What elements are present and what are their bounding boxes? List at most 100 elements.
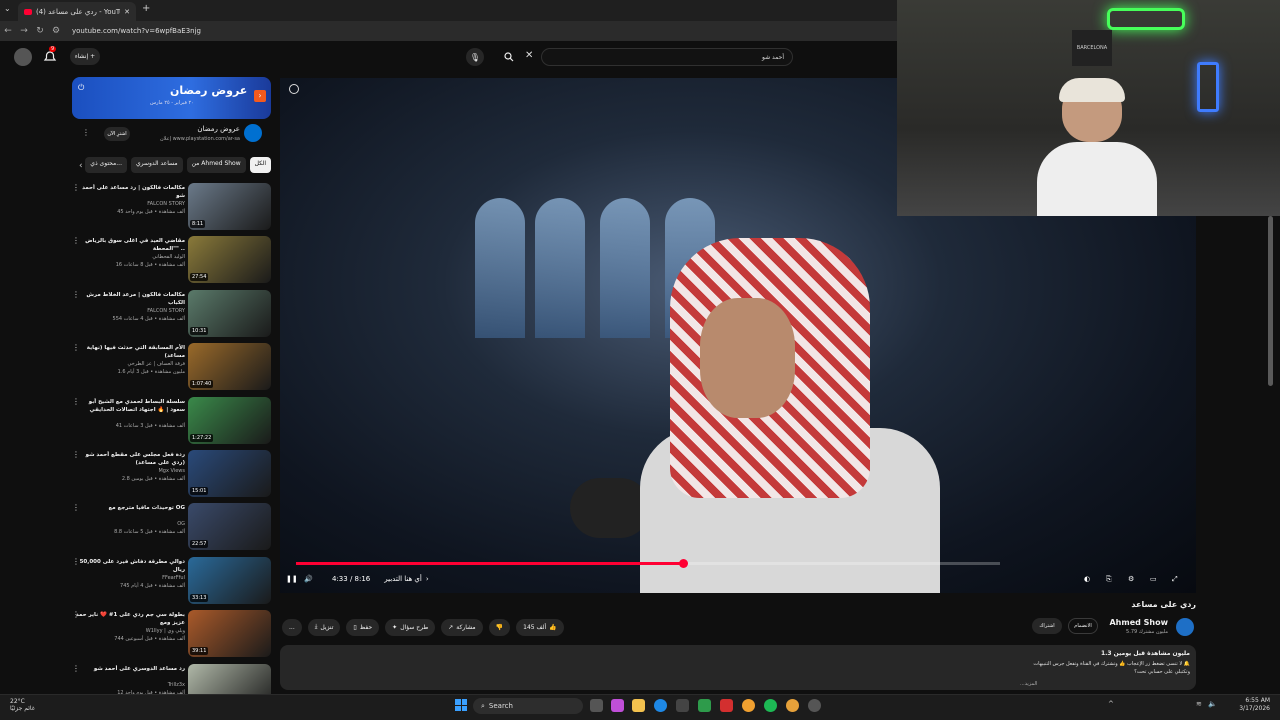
list-item[interactable]: 10:31 مكالمات فالكون | مرعد الخلاط مرش ال… [68, 289, 273, 342]
task-view-icon[interactable] [590, 699, 603, 712]
volume-icon[interactable]: 🔊 [304, 575, 326, 583]
ad-menu-icon[interactable]: ⋮ [82, 128, 90, 137]
channel-name[interactable]: W1llyy | ويلي وي [73, 628, 185, 634]
page-scrollbar[interactable] [1268, 216, 1273, 386]
spotify-icon[interactable] [764, 699, 777, 712]
channel-name[interactable]: FALCON STORY [73, 201, 185, 207]
wifi-icon[interactable]: ≋ [1196, 700, 1202, 708]
channel-name[interactable]: Trillz3x [73, 682, 185, 688]
more-menu-icon[interactable]: ⋮ [72, 557, 80, 566]
site-info-icon[interactable]: ⚙ [48, 26, 64, 36]
settings-gear-icon[interactable]: ⚙ [1128, 575, 1150, 583]
channel-name[interactable]: FALCON STORY [73, 308, 185, 314]
more-actions-button[interactable]: ... [282, 618, 302, 636]
video-title-link[interactable]: مكالمات فالكون | مرعد الخلاط مرش الكباب [73, 291, 185, 307]
ask-button[interactable]: ✦ طرح سؤال [385, 618, 436, 636]
voice-search-icon[interactable]: 🎙 [466, 48, 484, 66]
show-more-link[interactable]: ...المزيد [1020, 681, 1037, 687]
list-item[interactable]: 1:07:40 الأم المسابقة التي حدثت فيها (نها… [68, 343, 273, 395]
ad-title[interactable]: عروض رمضان [140, 125, 240, 133]
subscribe-button[interactable]: اشتراك [1032, 618, 1062, 634]
subtitles-icon[interactable]: ⎘ [1106, 575, 1128, 584]
forward-icon[interactable]: → [16, 26, 32, 36]
video-title-link[interactable]: مقاضي العيد في اغلى سوق بالرياض "المحطة"… [73, 237, 185, 253]
video-thumbnail[interactable]: 15:01 [188, 450, 271, 497]
pause-icon[interactable]: ❚❚ [286, 575, 304, 583]
taskbar-clock[interactable]: 6:55 AM 3/17/2026 [1230, 697, 1270, 713]
channel-name[interactable]: FFearFful [73, 575, 185, 581]
video-title-link[interactable]: رد مساعد الدوسري على أحمد شو [73, 665, 185, 673]
download-button[interactable]: ⤓ تنزيل [307, 618, 341, 636]
ad-arrow-icon[interactable]: › [254, 90, 266, 102]
channel-name[interactable]: فرقة العساف | عز الطرخي [73, 361, 185, 367]
video-title-link[interactable]: توحيدات مافيا مترجع مع OG [73, 504, 185, 512]
browser-tab[interactable]: (4) ردي على مساعد - YouTube ✕ [18, 2, 136, 21]
video-thumbnail[interactable]: 10:31 [188, 289, 271, 337]
clear-search-icon[interactable]: ✕ [525, 50, 533, 61]
chapter-chevron-icon[interactable]: › [426, 575, 429, 583]
save-button[interactable]: ▯ حفظ [346, 618, 380, 636]
video-thumbnail[interactable]: 33:13 [188, 556, 271, 604]
video-title-link[interactable]: سلسلة البساط لحمدي مع الشيخ أبو سعود | 🔥… [73, 398, 185, 414]
edge-icon[interactable] [654, 699, 667, 712]
list-item[interactable]: 22:57 توحيدات مافيا مترجع مع OG OG 8.8 ألف … [68, 503, 273, 555]
avatar[interactable] [14, 48, 32, 66]
chip-related[interactable]: مساعد الدوسري [130, 157, 183, 173]
chrome-icon[interactable] [786, 699, 799, 712]
store-icon[interactable] [676, 699, 689, 712]
video-thumbnail[interactable]: 1:27:22 [188, 396, 271, 444]
autoplay-toggle-icon[interactable]: ◐ [1084, 575, 1106, 583]
video-title-link[interactable]: الأم المسابقة التي حدثت فيها (نهاية مساع… [73, 344, 185, 360]
channel-name[interactable]: Ahmed Show [1109, 618, 1168, 627]
volume-tray-icon[interactable]: 🔈 [1208, 700, 1217, 708]
xbox-icon[interactable] [698, 699, 711, 712]
more-menu-icon[interactable]: ⋮ [72, 610, 80, 619]
create-button[interactable]: إنشاء + [70, 48, 100, 65]
video-thumbnail[interactable]: 39:11 [188, 610, 271, 658]
tab-search-icon[interactable]: ⌄ [4, 4, 11, 13]
start-button[interactable] [455, 699, 467, 711]
share-button[interactable]: ↗ مشاركة [441, 618, 483, 636]
list-item[interactable]: 8:11 مكالمات فالكون | رد مساعد على أحمد ش… [68, 183, 273, 235]
video-title-link[interactable]: دوالي مطرقة دفاش فيرد على 50,000 ريال [73, 558, 185, 574]
list-item[interactable]: 27:54 مقاضي العيد في اغلى سوق بالرياض "ال… [68, 236, 273, 288]
info-card-icon[interactable] [289, 84, 299, 94]
notifications-bell-icon[interactable]: 9 [43, 46, 57, 63]
chip-all[interactable]: الكل [249, 157, 271, 173]
video-title-link[interactable]: بطولة سي جم ردي على 1# ❤️ ناير حمد عزيز … [73, 611, 185, 627]
miniplayer-icon[interactable]: ▭ [1150, 575, 1172, 583]
more-menu-icon[interactable]: ⋮ [72, 183, 80, 192]
video-title-link[interactable]: ردة فعل مجلس على مقطع أحمد شو (ردي على م… [73, 451, 185, 467]
taskbar-search[interactable]: ⌕ Search [473, 698, 583, 714]
ad-cta-button[interactable]: اشترِ الآن [104, 127, 130, 141]
tray-chevron-icon[interactable]: ^ [1108, 700, 1114, 708]
list-item[interactable]: 33:13 دوالي مطرقة دفاش فيرد على 50,000 ري… [68, 556, 273, 609]
video-thumbnail[interactable]: 27:54 [188, 236, 271, 284]
channel-avatar[interactable] [1176, 618, 1194, 636]
chip-more[interactable]: محتوى ذي... [85, 157, 127, 173]
search-input[interactable]: أحمد شو [541, 48, 793, 66]
back-icon[interactable]: ← [0, 26, 16, 36]
app-icon[interactable] [742, 699, 755, 712]
chapter-title[interactable]: أي هنا التدبير [384, 575, 422, 583]
fullscreen-icon[interactable]: ⤢ [1172, 575, 1190, 584]
more-menu-icon[interactable]: ⋮ [72, 503, 80, 512]
video-thumbnail[interactable]: 8:11 [188, 183, 271, 230]
more-menu-icon[interactable]: ⋮ [72, 664, 80, 673]
chip-from-channel[interactable]: من Ahmed Show [186, 157, 246, 173]
more-menu-icon[interactable]: ⋮ [72, 450, 80, 459]
search-icon[interactable] [500, 48, 518, 66]
list-item[interactable]: 1:27:22 سلسلة البساط لحمدي مع الشيخ أبو س… [68, 396, 273, 449]
more-menu-icon[interactable]: ⋮ [72, 236, 80, 245]
copilot-icon[interactable] [611, 699, 624, 712]
like-button[interactable]: 145 ألف 👍 [516, 618, 564, 636]
list-item[interactable]: 15:01 ردة فعل مجلس على مقطع أحمد شو (ردي … [68, 450, 273, 502]
app-icon[interactable] [808, 699, 821, 712]
channel-name[interactable]: Mgx Views [73, 468, 185, 474]
new-tab-button[interactable]: + [142, 3, 150, 14]
url-field[interactable]: youtube.com/watch?v=6wpfBaE3njg [72, 27, 201, 35]
video-thumbnail[interactable]: 1:07:40 [188, 343, 271, 391]
close-tab-icon[interactable]: ✕ [124, 8, 130, 16]
channel-name[interactable]: الوليد الفحطاني [73, 254, 185, 260]
join-button[interactable]: الانضمام [1068, 618, 1098, 634]
